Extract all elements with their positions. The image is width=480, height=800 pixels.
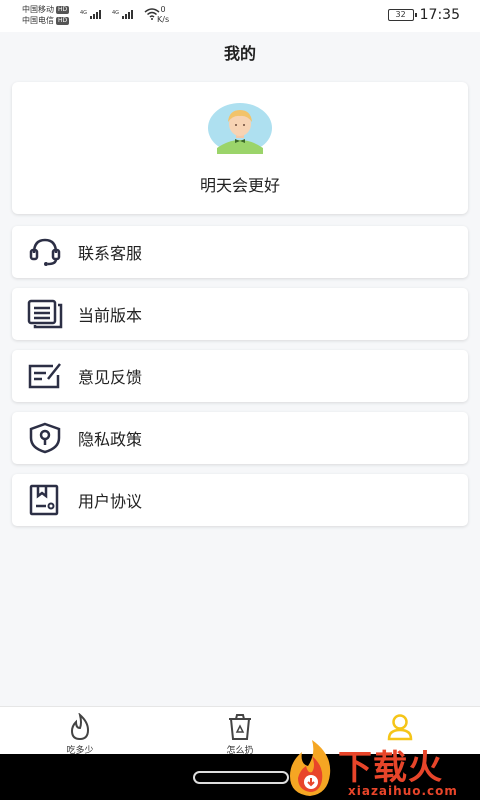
status-right: 32 17:35 — [387, 7, 460, 23]
signal-icons: 4G 4G — [80, 8, 160, 20]
menu-item-feedback[interactable]: 意见反馈 — [12, 350, 468, 402]
hd-badge: HD — [56, 5, 70, 14]
avatar-icon[interactable] — [207, 102, 273, 154]
agreement-icon — [26, 483, 64, 517]
profile-card: 明天会更好 — [12, 82, 468, 214]
status-bar: 中国移动 HD 中国电信 HD 4G 4G 0 K/s 32 17:35 — [0, 0, 480, 32]
watermark-logo: 下载火 xiazaihuo.com — [282, 736, 480, 800]
battery-icon: 32 — [387, 9, 417, 21]
document-stack-icon — [26, 297, 64, 331]
menu-item-privacy-policy[interactable]: 隐私政策 — [12, 412, 468, 464]
menu-item-label: 联系客服 — [78, 244, 143, 263]
username: 明天会更好 — [199, 176, 280, 195]
menu-item-contact-support[interactable]: 联系客服 — [12, 226, 468, 278]
menu-item-label: 意见反馈 — [78, 368, 143, 387]
home-gesture-bar[interactable] — [193, 771, 289, 784]
carrier-1: 中国移动 — [22, 5, 54, 14]
shield-keyhole-icon — [26, 421, 64, 455]
hd-badge: HD — [56, 16, 70, 25]
watermark-url: xiazaihuo.com — [348, 784, 458, 798]
signal-icon: 4G — [80, 10, 101, 19]
clock: 17:35 — [419, 7, 460, 23]
recycle-bin-icon — [229, 714, 251, 740]
menu-item-user-agreement[interactable]: 用户协议 — [12, 474, 468, 526]
watermark-text: 下载火 — [338, 748, 443, 788]
feedback-edit-icon — [26, 359, 64, 393]
carrier-info: 中国移动 HD 中国电信 HD — [22, 4, 70, 26]
network-speed: 0 K/s — [157, 5, 170, 24]
signal-icon: 4G — [112, 10, 133, 19]
tab-how-to-throw[interactable]: 怎么扔 — [200, 711, 280, 756]
carrier-2: 中国电信 — [22, 16, 54, 25]
page-title: 我的 — [223, 44, 256, 63]
headset-icon — [26, 235, 64, 269]
svg-text:4G: 4G — [112, 10, 119, 16]
menu-item-label: 用户协议 — [78, 492, 143, 511]
menu-item-current-version[interactable]: 当前版本 — [12, 288, 468, 340]
menu-item-label: 当前版本 — [78, 306, 143, 325]
flame-icon — [70, 713, 90, 741]
tab-eat-how-much[interactable]: 吃多少 — [40, 711, 120, 756]
menu-item-label: 隐私政策 — [78, 430, 143, 449]
svg-text:4G: 4G — [80, 10, 87, 16]
flame-logo-icon — [290, 740, 331, 796]
